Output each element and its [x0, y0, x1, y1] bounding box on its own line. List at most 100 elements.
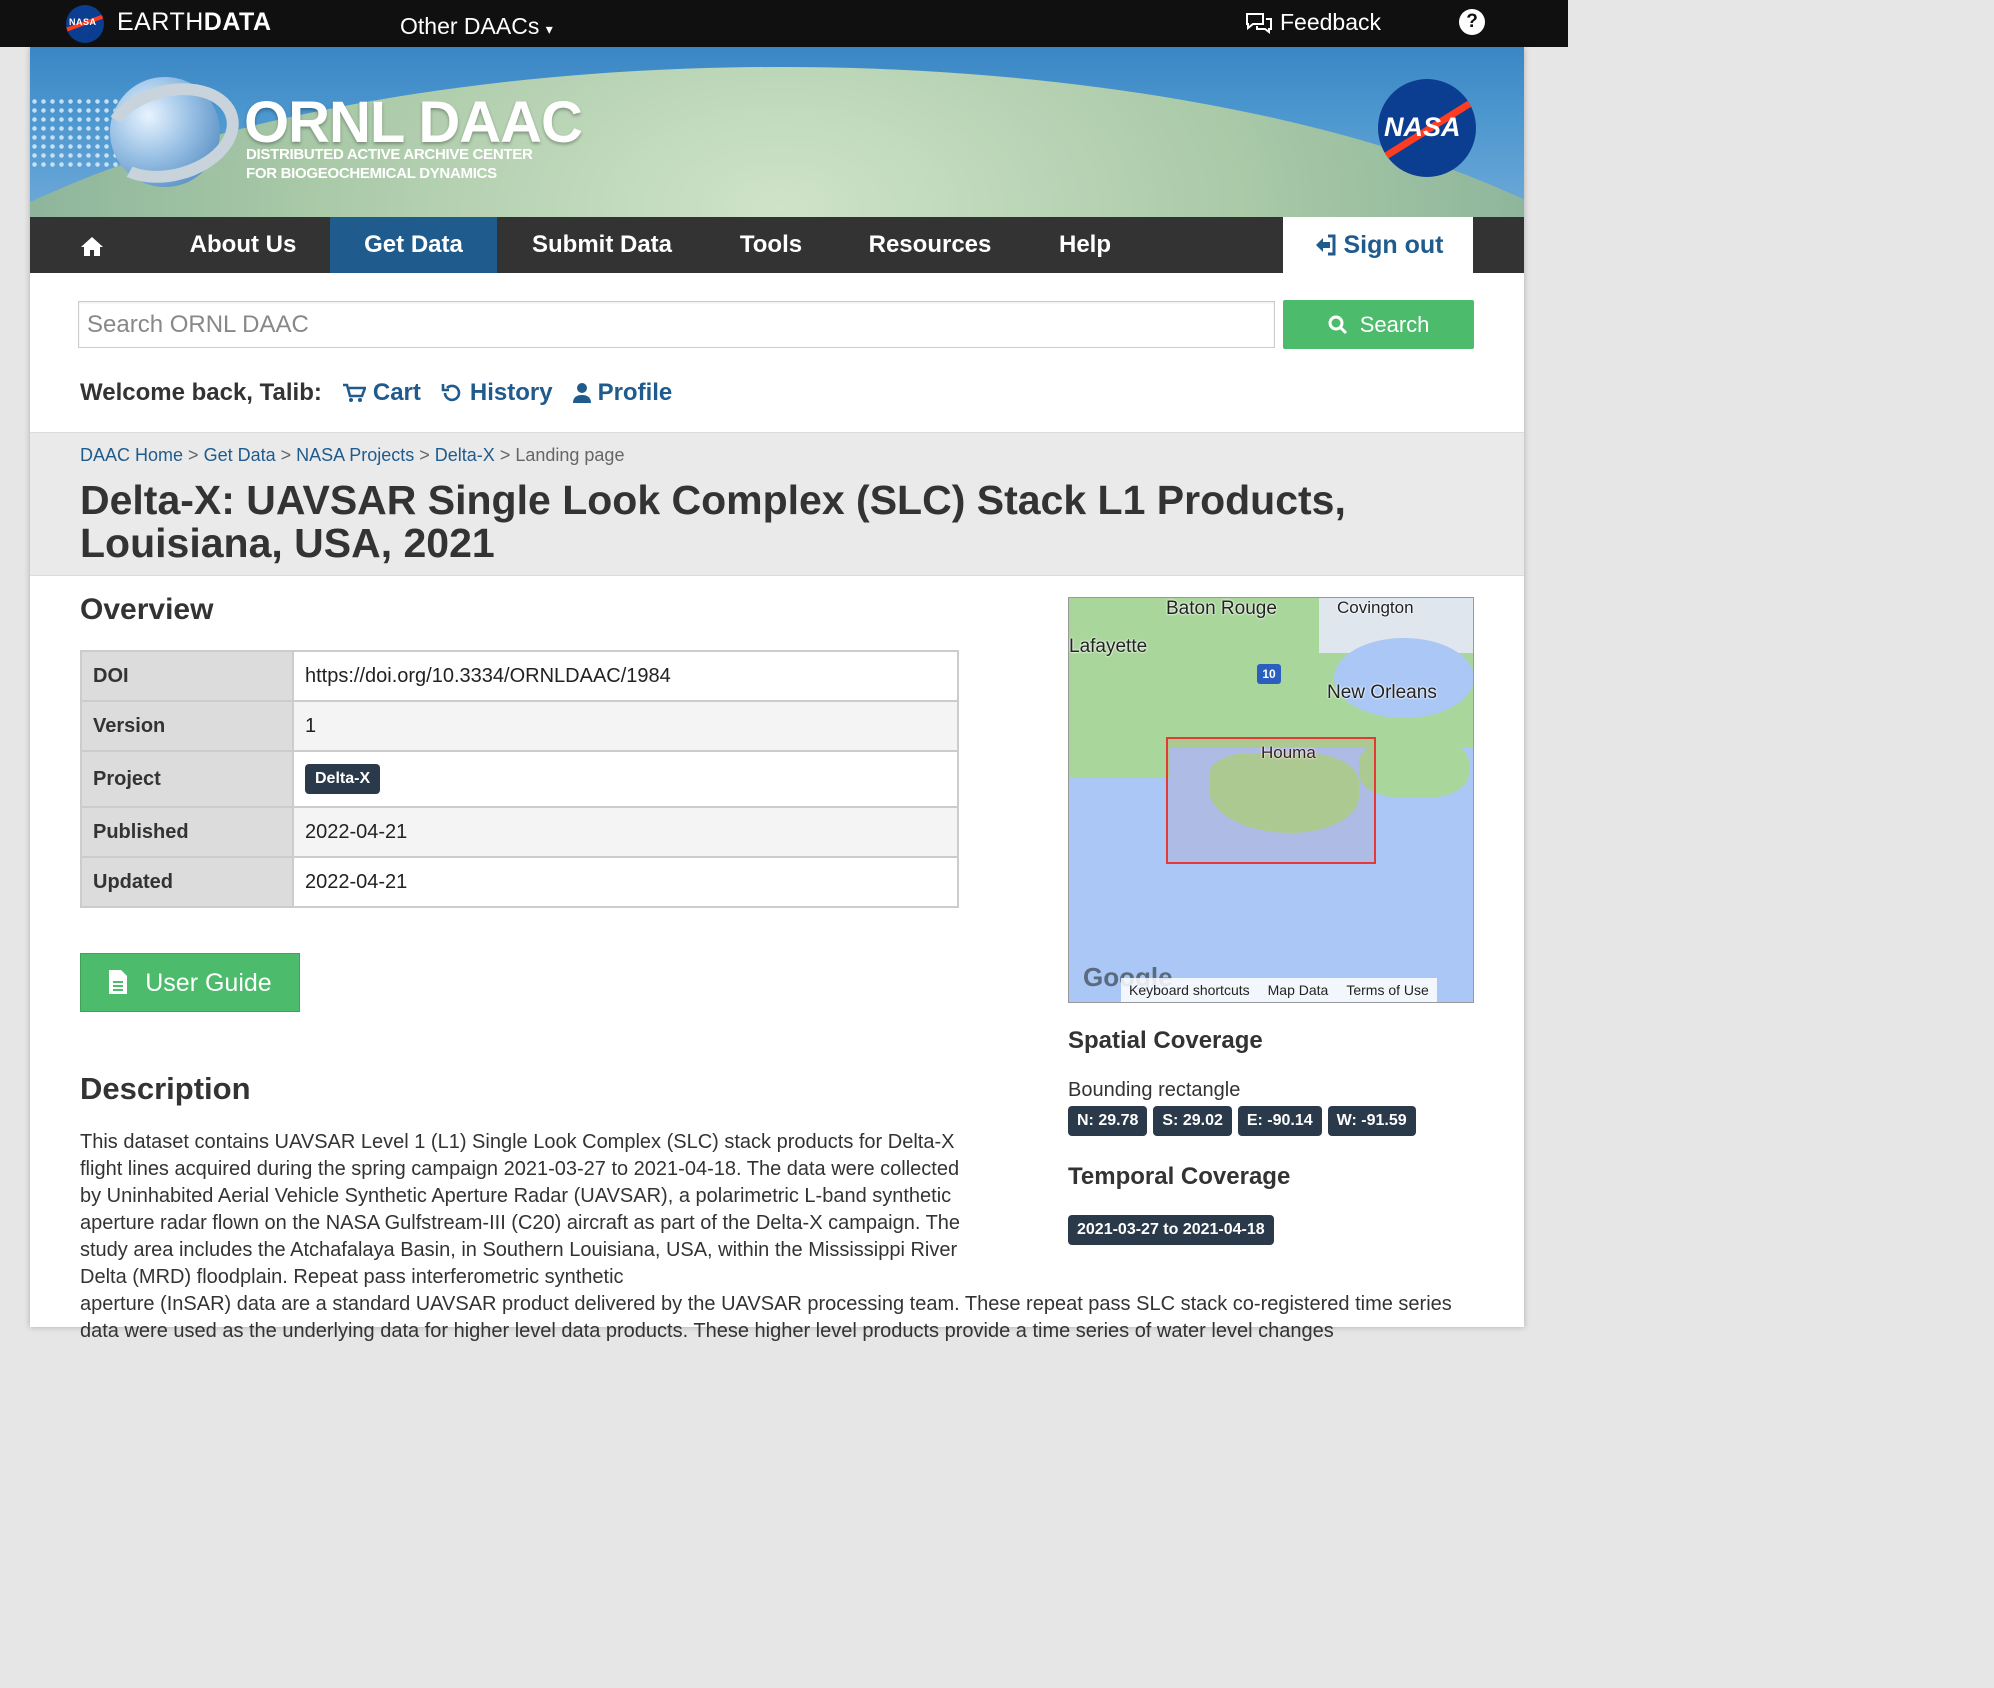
overview-table: DOI https://doi.org/10.3334/ORNLDAAC/198… — [80, 650, 959, 908]
map-label-baton-rouge: Baton Rouge — [1166, 598, 1277, 619]
page-title: Delta-X: UAVSAR Single Look Complex (SLC… — [80, 477, 1346, 566]
home-icon[interactable] — [64, 217, 120, 273]
map-footer: Keyboard shortcuts Map Data Terms of Use — [1121, 978, 1437, 1002]
breadcrumb-nasa-projects[interactable]: NASA Projects — [296, 445, 414, 465]
interstate-shield-icon: 10 — [1257, 664, 1281, 684]
welcome-bar: Welcome back, Talib: Cart History Profil… — [80, 379, 672, 407]
welcome-text: Welcome back, Talib: — [80, 379, 322, 406]
title-band: DAAC Home > Get Data > NASA Projects > D… — [30, 432, 1524, 576]
nav-get-data[interactable]: Get Data — [330, 217, 497, 273]
table-row: Version 1 — [80, 700, 959, 752]
nav-help[interactable]: Help — [1024, 217, 1146, 273]
help-icon[interactable]: ? — [1459, 9, 1485, 35]
north-badge: N: 29.78 — [1068, 1106, 1148, 1136]
search-button-label: Search — [1359, 312, 1430, 337]
bounding-box-overlay — [1166, 737, 1376, 864]
south-badge: S: 29.02 — [1153, 1106, 1232, 1136]
table-row: Published 2022-04-21 — [80, 806, 959, 858]
page-frame: ORNL DAAC DISTRIBUTED ACTIVE ARCHIVE CEN… — [30, 47, 1524, 1342]
map-land — [1069, 748, 1169, 778]
breadcrumb: DAAC Home > Get Data > NASA Projects > D… — [80, 445, 624, 466]
subtitle-line-1: DISTRIBUTED ACTIVE ARCHIVE CENTER — [246, 146, 533, 163]
description-paragraph-part-1: This dataset contains UAVSAR Level 1 (L1… — [80, 1131, 961, 1288]
breadcrumb-separator: > — [188, 445, 199, 465]
doi-link[interactable]: https://doi.org/10.3334/ORNLDAAC/1984 — [292, 650, 959, 702]
table-row: Project Delta-X — [80, 750, 959, 808]
table-row: Updated 2022-04-21 — [80, 856, 959, 908]
nasa-logo[interactable]: NASA — [1378, 79, 1476, 177]
published-key: Published — [80, 806, 294, 858]
updated-key: Updated — [80, 856, 294, 908]
search-button[interactable]: Search — [1283, 300, 1474, 349]
map-data-link[interactable]: Map Data — [1268, 982, 1329, 1000]
bounding-chips: N: 29.78 S: 29.02 E: -90.14 W: -91.59 — [1068, 1106, 1416, 1136]
breadcrumb-delta-x[interactable]: Delta-X — [435, 445, 495, 465]
version-key: Version — [80, 700, 294, 752]
profile-link[interactable]: Profile — [572, 379, 673, 407]
other-daacs-dropdown[interactable]: Other DAACs ▾ — [400, 13, 553, 40]
sign-out-label: Sign out — [1343, 231, 1444, 259]
nav-resources[interactable]: Resources — [838, 217, 1022, 273]
description-heading: Description — [80, 1071, 251, 1106]
nasa-small-label: NASA — [69, 17, 97, 27]
project-cell: Delta-X — [292, 750, 959, 808]
brand-bold: DATA — [203, 8, 272, 36]
nasa-logo-text: NASA — [1384, 112, 1461, 142]
nasa-meatball-icon[interactable]: NASA — [66, 5, 104, 43]
subtitle-line-2: FOR BIOGEOCHEMICAL DYNAMICS — [246, 165, 497, 182]
other-daacs-label: Other DAACs — [400, 13, 540, 39]
user-icon — [572, 383, 591, 403]
cart-link[interactable]: Cart — [342, 379, 421, 407]
main-nav: About Us Get Data Submit Data Tools Reso… — [30, 217, 1524, 273]
file-icon — [109, 970, 128, 994]
cart-icon — [342, 383, 366, 402]
history-label: History — [469, 379, 553, 406]
version-value: 1 — [292, 700, 959, 752]
east-badge: E: -90.14 — [1237, 1106, 1322, 1136]
overview-heading: Overview — [80, 593, 214, 626]
sign-out-button[interactable]: Sign out — [1283, 217, 1473, 273]
breadcrumb-get-data[interactable]: Get Data — [204, 445, 276, 465]
published-value: 2022-04-21 — [292, 806, 959, 858]
updated-value: 2022-04-21 — [292, 856, 959, 908]
map-label-covington: Covington — [1337, 598, 1414, 617]
nav-tools[interactable]: Tools — [706, 217, 836, 273]
temporal-range-badge: 2021-03-27 to 2021-04-18 — [1068, 1215, 1274, 1245]
project-key: Project — [80, 750, 294, 808]
user-guide-button[interactable]: User Guide — [80, 953, 300, 1012]
breadcrumb-separator: > — [419, 445, 430, 465]
brand-regular: EARTH — [117, 8, 204, 36]
map-label-lafayette: Lafayette — [1069, 636, 1148, 657]
comments-icon — [1246, 12, 1272, 34]
search-input[interactable]: Search ORNL DAAC — [78, 301, 1275, 348]
user-guide-label: User Guide — [145, 969, 272, 997]
sign-out-icon — [1315, 234, 1336, 256]
doi-key: DOI — [80, 650, 294, 702]
keyboard-shortcuts-link[interactable]: Keyboard shortcuts — [1129, 982, 1250, 1000]
breadcrumb-daac-home[interactable]: DAAC Home — [80, 445, 183, 465]
coverage-map[interactable]: Baton Rouge Covington Lafayette New Orle… — [1068, 597, 1474, 1003]
cart-label: Cart — [372, 379, 421, 406]
spatial-coverage-heading: Spatial Coverage — [1068, 1027, 1263, 1054]
ornl-daac-subtitle: DISTRIBUTED ACTIVE ARCHIVE CENTER FOR BI… — [246, 145, 533, 183]
breadcrumb-separator: > — [499, 445, 511, 465]
earthdata-brand[interactable]: EARTHDATA — [117, 8, 272, 37]
breadcrumb-separator: > — [280, 445, 292, 465]
history-link[interactable]: History — [441, 379, 553, 407]
search-icon — [1328, 315, 1347, 335]
ornl-banner: ORNL DAAC DISTRIBUTED ACTIVE ARCHIVE CEN… — [30, 47, 1524, 217]
table-row: DOI https://doi.org/10.3334/ORNLDAAC/198… — [80, 650, 959, 702]
west-badge: W: -91.59 — [1327, 1106, 1416, 1136]
project-badge[interactable]: Delta-X — [305, 764, 381, 794]
map-label-new-orleans: New Orleans — [1327, 682, 1437, 703]
caret-down-icon: ▾ — [545, 21, 553, 37]
breadcrumb-current: Landing page — [515, 445, 625, 465]
description-paragraph-part-2: aperture (InSAR) data are a standard UAV… — [80, 1293, 1452, 1342]
earthdata-topbar: NASA EARTHDATA Other DAACs ▾ Feedback ? — [0, 0, 1568, 47]
nav-about-us[interactable]: About Us — [158, 217, 328, 273]
profile-label: Profile — [597, 379, 673, 406]
temporal-coverage-heading: Temporal Coverage — [1068, 1163, 1291, 1190]
feedback-link[interactable]: Feedback — [1244, 9, 1381, 36]
terms-of-use-link[interactable]: Terms of Use — [1346, 982, 1428, 1000]
nav-submit-data[interactable]: Submit Data — [500, 217, 704, 273]
